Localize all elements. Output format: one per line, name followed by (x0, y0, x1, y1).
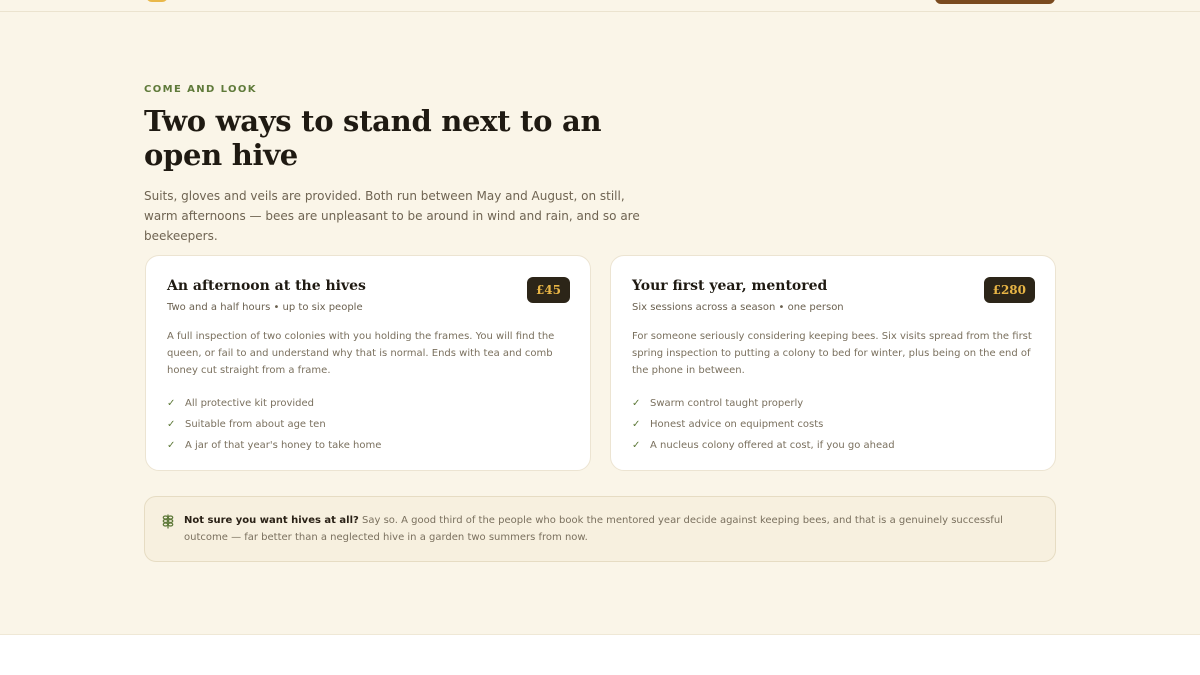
feature-item: ✓ Suitable from about age ten (167, 414, 381, 435)
card-title: An afternoon at the hives (167, 278, 366, 294)
visits-section: COME AND LOOK Two ways to stand next to … (0, 0, 1200, 635)
feature-label: Suitable from about age ten (185, 419, 326, 430)
feature-label: A nucleus colony offered at cost, if you… (650, 440, 895, 451)
note-text: Not sure you want hives at all? Say so. … (184, 512, 1044, 546)
info-note: Not sure you want hives at all? Say so. … (144, 496, 1056, 562)
offer-card-mentored[interactable]: Your first year, mentored Six sessions a… (610, 255, 1056, 471)
feature-label: A jar of that year's honey to take home (185, 440, 382, 451)
section-title: Two ways to stand next to an open hive (144, 104, 602, 172)
check-icon: ✓ (167, 398, 176, 409)
section-eyebrow: COME AND LOOK (144, 84, 257, 95)
feature-label: Swarm control taught properly (650, 398, 804, 409)
feature-list: ✓ All protective kit provided ✓ Suitable… (167, 393, 381, 456)
feature-label: Honest advice on equipment costs (650, 419, 824, 430)
check-icon: ✓ (632, 440, 641, 451)
card-subtitle: Six sessions across a season • one perso… (632, 302, 844, 313)
card-subtitle: Two and a half hours • up to six people (167, 302, 363, 313)
card-title: Your first year, mentored (632, 278, 828, 294)
price-badge: £45 (526, 277, 570, 303)
price-badge: £280 (983, 277, 1035, 303)
check-icon: ✓ (167, 440, 176, 451)
feature-list: ✓ Swarm control taught properly ✓ Honest… (632, 393, 895, 456)
card-description: A full inspection of two colonies with y… (167, 331, 555, 376)
feature-item: ✓ A nucleus colony offered at cost, if y… (632, 435, 895, 456)
card-description: For someone seriously considering keepin… (632, 331, 1032, 376)
header-cta-button[interactable] (935, 0, 1055, 4)
check-icon: ✓ (167, 419, 176, 430)
feature-item: ✓ All protective kit provided (167, 393, 381, 414)
check-icon: ✓ (632, 419, 641, 430)
feature-item: ✓ Swarm control taught properly (632, 393, 895, 414)
site-header-edge (0, 0, 1200, 12)
feature-label: All protective kit provided (185, 398, 315, 409)
feature-item: ✓ Honest advice on equipment costs (632, 414, 895, 435)
note-lead: Not sure you want hives at all? (184, 515, 359, 526)
wheat-icon (162, 514, 174, 529)
check-icon: ✓ (632, 398, 641, 409)
feature-item: ✓ A jar of that year's honey to take hom… (167, 435, 381, 456)
offer-card-afternoon[interactable]: An afternoon at the hives Two and a half… (145, 255, 591, 471)
section-intro: Suits, gloves and veils are provided. Bo… (144, 189, 640, 243)
bee-logo-icon[interactable] (146, 0, 168, 2)
